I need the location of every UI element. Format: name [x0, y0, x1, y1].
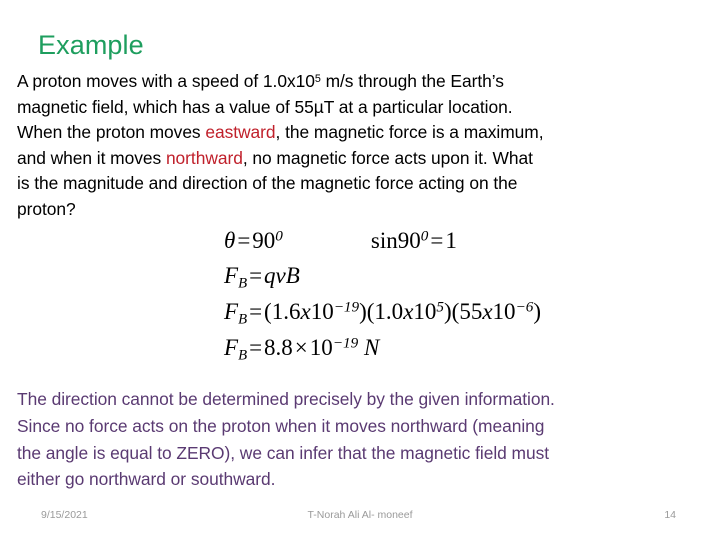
conclusion-line: The direction cannot be determined preci…	[17, 389, 555, 409]
slide-canvas: Example A proton moves with a speed of 1…	[0, 0, 720, 540]
subscript: B	[238, 311, 248, 328]
text-run: A proton moves with a speed of 1.0x10	[17, 71, 315, 91]
math-symbol: F	[224, 299, 239, 324]
conclusion-paragraph: The direction cannot be determined preci…	[17, 386, 717, 493]
problem-line: A proton moves with a speed of 1.0x105 m…	[17, 69, 709, 95]
math-symbol: θ	[224, 228, 236, 253]
operator: =	[249, 335, 263, 360]
footer-author: T-Norah Ali Al- moneef	[307, 509, 413, 521]
math-number: 10	[309, 335, 333, 360]
math-number: 90	[252, 228, 276, 253]
text-run: , no magnetic force acts upon it. What	[242, 147, 533, 168]
math-symbol: x	[300, 299, 311, 324]
problem-line: and when it moves northward, no magnetic…	[17, 146, 709, 172]
equation-angle-and-sine: θ=900 sin900=1	[224, 228, 541, 263]
highlighted-term: eastward	[205, 122, 276, 143]
operator: =	[237, 228, 251, 253]
problem-line: is the magnitude and direction of the ma…	[17, 171, 709, 197]
math-number: 90	[397, 228, 421, 253]
text-run: and when it moves	[17, 147, 166, 168]
exponent: 0	[275, 227, 283, 245]
math-number: 10	[310, 299, 334, 324]
conclusion-line: the angle is equal to ZERO), we can infe…	[17, 442, 550, 463]
operator: =	[249, 263, 263, 288]
math-number: )	[533, 299, 542, 324]
math-number: 1	[445, 228, 457, 253]
text-run: magnetic field, which has a value of 55µ…	[17, 96, 513, 117]
math-symbol: F	[224, 263, 239, 288]
slide-footer: 9/15/2021 T-Norah Ali Al- moneef 14	[0, 508, 720, 528]
math-number: )(55	[444, 299, 483, 324]
text-run: m/s through the Earth’s	[320, 71, 504, 91]
math-number: sin	[370, 228, 398, 253]
math-number: 8.8	[264, 335, 293, 360]
conclusion-line: Since no force acts on the proton when i…	[17, 415, 545, 436]
equation-force-formula: FB=qvB	[224, 263, 541, 299]
text-run: proton?	[17, 198, 76, 219]
text-run: When the proton moves	[17, 122, 206, 143]
math-number: )(1.0	[359, 299, 404, 324]
math-number: (1.6	[264, 299, 301, 324]
math-symbol: F	[224, 335, 239, 360]
exponent: −6	[515, 298, 534, 316]
subscript: B	[238, 275, 248, 292]
text-run: , the magnetic force is a maximum,	[275, 122, 544, 143]
problem-line: proton?	[17, 197, 709, 223]
problem-line: When the proton moves eastward, the magn…	[17, 120, 709, 146]
highlighted-term: northward	[165, 147, 243, 168]
equation-force-result: FB=8.8×10−19 N	[224, 335, 541, 371]
math-symbol: x	[482, 299, 493, 324]
equation-force-substitution: FB=(1.6x10−19)(1.0x105)(55x10−6)	[224, 299, 541, 335]
math-symbol: qvB	[264, 263, 300, 288]
exponent: 5	[436, 298, 444, 316]
math-symbol: N	[358, 335, 380, 360]
problem-statement: A proton moves with a speed of 1.0x105 m…	[17, 69, 709, 223]
conclusion-line: either go northward or southward.	[17, 469, 276, 490]
text-run: is the magnitude and direction of the ma…	[17, 173, 518, 194]
operator: =	[430, 228, 444, 253]
operator: =	[249, 299, 263, 324]
equation-block: θ=900 sin900=1 FB=qvB FB=(1.6x10−19)(1.0x10…	[224, 228, 541, 371]
problem-line: magnetic field, which has a value of 55µ…	[17, 95, 709, 121]
math-number: 10	[413, 299, 437, 324]
subscript: B	[238, 347, 248, 364]
footer-page-number: 14	[664, 509, 676, 521]
math-number: 10	[492, 299, 516, 324]
page-title: Example	[38, 30, 144, 60]
exponent: −19	[333, 298, 360, 316]
operator: ×	[294, 335, 308, 360]
exponent: −19	[332, 334, 359, 352]
math-symbol: x	[403, 299, 414, 324]
